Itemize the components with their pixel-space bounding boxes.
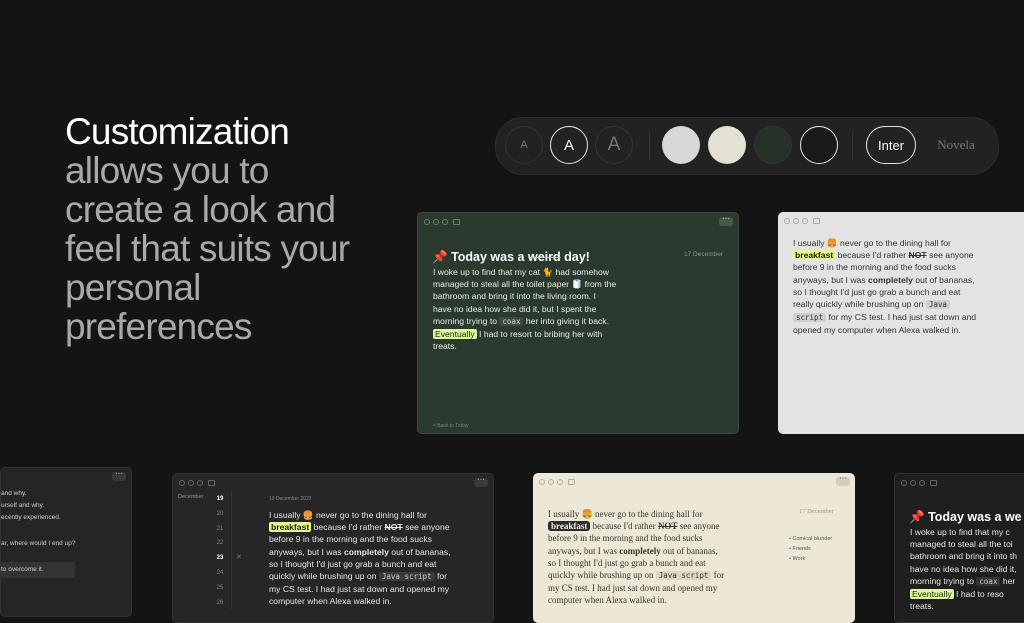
note-window-green: ··· 📌 Today was a weird day! 17 December… xyxy=(417,212,739,434)
pin-icon: 📌 xyxy=(909,510,925,524)
note-body: and why. urself and why. ecently experie… xyxy=(1,488,76,578)
tag-list: • Comical blunder • Friends • Work xyxy=(789,534,832,564)
calendar-day[interactable]: 24 xyxy=(209,566,231,581)
tag-item[interactable]: • Work xyxy=(789,554,832,564)
calendar-day[interactable]: 22 xyxy=(209,536,231,551)
font-size-medium-button[interactable]: A xyxy=(550,126,588,164)
calendar-day[interactable]: 21 xyxy=(209,522,231,537)
theme-green-swatch[interactable] xyxy=(754,126,792,164)
note-date: 19 December 2022 xyxy=(269,496,312,502)
burger-icon: 🍔 xyxy=(302,510,314,520)
calendar-day[interactable]: 23 xyxy=(209,551,231,566)
theme-dark-swatch[interactable] xyxy=(800,126,838,164)
calendar-day[interactable]: 26 xyxy=(209,596,231,611)
font-size-small-button[interactable]: A xyxy=(505,126,543,164)
more-icon[interactable]: ··· xyxy=(719,215,733,226)
window-controls[interactable] xyxy=(784,218,820,224)
headline: Customization allows you to create a loo… xyxy=(65,112,365,346)
divider xyxy=(649,132,650,160)
calendar-month: December xyxy=(178,494,204,500)
burger-icon: 🍔 xyxy=(826,238,838,248)
note-body: I usually 🍔 never go to the dining hall … xyxy=(793,238,977,336)
customization-toolbar: A A A Inter Novela xyxy=(495,117,999,175)
window-controls[interactable] xyxy=(901,480,937,486)
tag-item[interactable]: • Comical blunder xyxy=(789,534,832,544)
divider xyxy=(852,132,853,160)
note-date: 17 December xyxy=(684,251,724,258)
calendar-day[interactable]: 25 xyxy=(209,581,231,596)
burger-icon: 🍔 xyxy=(581,509,593,519)
toilet-paper-icon: 🧻 xyxy=(571,279,583,290)
note-window-partial-left: ··· and why. urself and why. ecently exp… xyxy=(0,467,132,617)
note-title: 📌 Today was a we xyxy=(909,510,1022,524)
headline-title: Customization xyxy=(65,111,290,152)
tag-item[interactable]: • Friends xyxy=(789,544,832,554)
note-body: I woke up to find that my cat 🐈 had some… xyxy=(433,267,617,352)
more-icon[interactable]: ··· xyxy=(474,476,488,487)
note-body: I woke up to find that my c managed to s… xyxy=(910,527,1018,612)
font-size-large-button[interactable]: A xyxy=(595,126,633,164)
note-date: 17 December xyxy=(799,508,834,515)
back-to-today-link[interactable]: < Back to Today xyxy=(433,423,469,429)
calendar-days: 19 20 21 22 23 24 25 26 xyxy=(209,492,232,611)
note-window-dark-calendar: ··· December 19 20 21 22 23 24 25 26 ✕ 1… xyxy=(172,473,494,623)
window-controls[interactable] xyxy=(539,479,575,485)
font-inter-button[interactable]: Inter xyxy=(866,126,916,164)
theme-sepia-swatch[interactable] xyxy=(708,126,746,164)
headline-subtitle: allows you to create a look and feel tha… xyxy=(65,150,350,347)
calendar-day[interactable]: 20 xyxy=(209,507,231,522)
note-body: I usually 🍔 never go to the dining hall … xyxy=(269,510,451,607)
more-icon[interactable]: ··· xyxy=(836,475,850,486)
cat-icon: 🐈 xyxy=(542,267,554,277)
close-icon[interactable]: ✕ xyxy=(236,553,242,561)
note-window-sepia: ··· 17 December I usually 🍔 never go to … xyxy=(533,473,855,623)
window-controls[interactable] xyxy=(179,480,215,486)
pin-icon: 📌 xyxy=(432,250,448,264)
theme-light-swatch[interactable] xyxy=(662,126,700,164)
more-icon[interactable]: ··· xyxy=(112,470,126,481)
note-title: 📌 Today was a weird day! xyxy=(432,250,590,264)
note-body: I usually 🍔 never go to the dining hall … xyxy=(548,509,725,606)
window-controls[interactable] xyxy=(424,219,460,225)
note-window-partial-right: 📌 Today was a we I woke up to find that … xyxy=(894,473,1024,623)
calendar-day[interactable]: 19 xyxy=(209,492,231,507)
font-novela-button[interactable]: Novela xyxy=(924,126,988,164)
note-window-light: I usually 🍔 never go to the dining hall … xyxy=(778,212,1024,434)
